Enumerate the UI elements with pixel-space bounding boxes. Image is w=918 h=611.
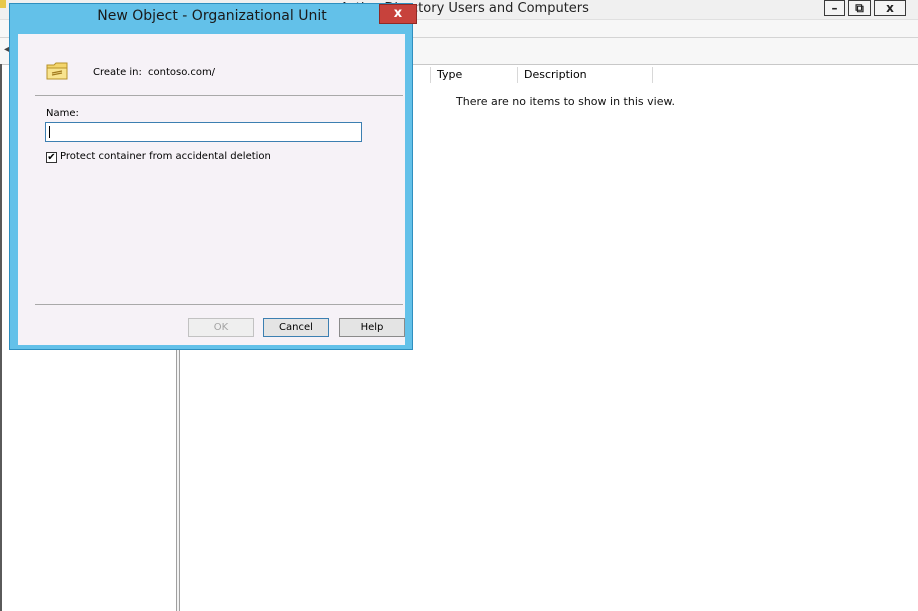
protect-deletion-checkbox[interactable]: ✔ [46, 152, 57, 163]
window-left-edge [0, 64, 2, 611]
empty-list-message: There are no items to show in this view. [456, 95, 675, 108]
close-window-button[interactable]: x [874, 0, 906, 16]
name-label: Name: [46, 108, 79, 119]
dialog-close-button[interactable]: x [379, 4, 417, 24]
new-ou-dialog: New Object - Organizational Unit x Creat… [9, 3, 417, 350]
dialog-title: New Object - Organizational Unit [97, 8, 327, 24]
name-input[interactable] [45, 122, 362, 142]
restore-button[interactable]: ⧉ [848, 0, 871, 16]
dialog-body: Create in: contoso.com/ Name: ✔ Protect … [18, 34, 405, 345]
column-header-type[interactable]: Type [431, 67, 518, 83]
ok-button[interactable]: OK [188, 318, 254, 337]
divider [35, 95, 403, 96]
help-button[interactable]: Help [339, 318, 405, 337]
protect-deletion-label[interactable]: Protect container from accidental deleti… [60, 151, 271, 162]
cancel-button[interactable]: Cancel [263, 318, 329, 337]
mmc-app-icon [0, 0, 6, 8]
divider [35, 304, 403, 305]
column-header-description[interactable]: Description [518, 67, 653, 83]
minimize-button[interactable]: – [824, 0, 845, 16]
create-in-label: Create in: [93, 67, 142, 78]
text-caret [49, 126, 50, 138]
ou-folder-icon [46, 62, 68, 80]
create-in-value: contoso.com/ [148, 67, 216, 78]
